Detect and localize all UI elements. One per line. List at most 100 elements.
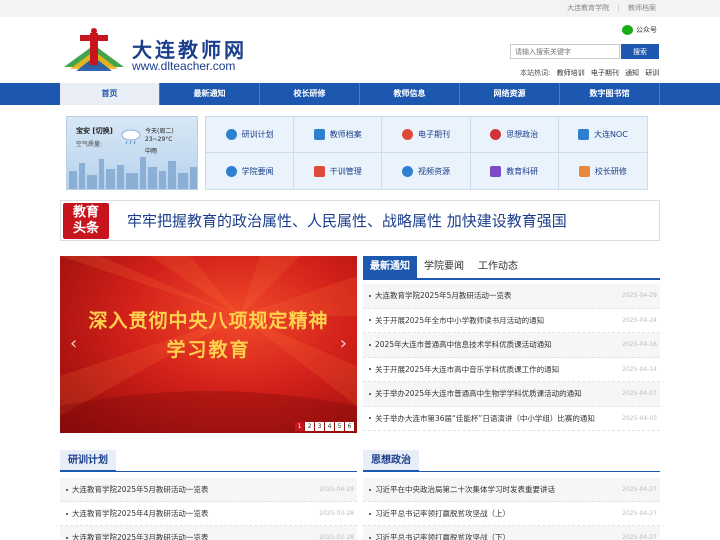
banner-page-dot[interactable]: 4	[325, 422, 334, 431]
bullet-icon	[369, 368, 371, 371]
quick-link-label: 干训管理	[329, 166, 362, 176]
weather-city[interactable]: 宝安 [切换]	[76, 126, 113, 136]
nav-principal-training[interactable]: 校长研修	[260, 83, 360, 105]
wechat-link[interactable]: 公众号	[622, 25, 657, 35]
list-item[interactable]: 2025年大连市普通高中信息技术学科优质课活动通知 2025-04-16	[363, 333, 660, 358]
news-panel: 最新通知 学院要闻 工作动态 大连教育学院2025年5月教研活动一览表 2025-…	[363, 256, 660, 433]
news-date: 2025-04-14	[622, 365, 657, 373]
news-title[interactable]: 关于开展2025年全市中小学教师读书月活动的通知	[375, 315, 616, 326]
bullet-icon	[66, 536, 68, 539]
bullet-icon	[369, 488, 371, 491]
quick-link-dalian-noc[interactable]: 大连NOC	[558, 117, 647, 153]
list-item[interactable]: 关于举办2025年大连市普通高中生物学学科优质课活动的通知 2025-04-07	[363, 382, 660, 407]
banner-page-dot[interactable]: 1	[295, 422, 304, 431]
logo-icon[interactable]	[60, 27, 132, 75]
list-item[interactable]: 大连教育学院2025年5月教研活动一览表 2025-04-29	[60, 478, 357, 502]
item-date: 2025-04-27	[622, 510, 657, 517]
training-plan-list: 大连教育学院2025年5月教研活动一览表 2025-04-29 大连教育学院202…	[60, 478, 357, 540]
hotword-research[interactable]: 研训	[645, 69, 659, 77]
news-title[interactable]: 2025年大连市普通高中信息技术学科优质课活动通知	[375, 339, 616, 350]
nav-home[interactable]: 首页	[60, 83, 160, 105]
quick-link-video-resources[interactable]: 视频资源	[382, 153, 471, 189]
bullet-icon	[369, 417, 371, 420]
target-icon	[225, 129, 237, 140]
banner-pagination: 1 2 3 4 5 6	[294, 422, 354, 431]
banner-carousel[interactable]: 深入贯彻中央八项规定精神 学习教育 ‹ › 1 2 3 4 5 6	[60, 256, 357, 433]
banner-next-button[interactable]: ›	[340, 333, 347, 354]
item-title[interactable]: 习近平在中央政治局第二十次集体学习时发表重要讲话	[375, 484, 616, 495]
ideology-list: 习近平在中央政治局第二十次集体学习时发表重要讲话 2025-04-27 习近平总书…	[363, 478, 660, 540]
list-item[interactable]: 关于开展2025年全市中小学教师读书月活动的通知 2025-04-24	[363, 308, 660, 333]
item-title[interactable]: 习近平总书记率领打赢脱贫攻坚战（上）	[375, 508, 616, 519]
bullet-icon	[369, 319, 371, 322]
quick-link-label: 教师档案	[329, 130, 362, 139]
quick-link-label: 思想政治	[506, 130, 539, 139]
news-title[interactable]: 关于开展2025年大连市高中音乐学科优质课工作的通知	[375, 364, 616, 375]
banner-page-dot[interactable]: 6	[345, 422, 354, 431]
list-item[interactable]: 大连教育学院2025年5月教研活动一览表 2025-04-29	[363, 284, 660, 309]
news-title[interactable]: 关于举办大连市第36届“佳能杯”日语演讲（中小学组）比赛的通知	[375, 413, 616, 424]
main-nav: 首页 最新通知 校长研修 教师信息 网络资源 数字图书馆	[0, 83, 720, 105]
section-title[interactable]: 研训计划	[60, 450, 116, 472]
quick-link-training-plan[interactable]: 研训计划	[206, 117, 295, 153]
banner-page-dot[interactable]: 3	[315, 422, 324, 431]
quick-link-principal-training[interactable]: 校长研修	[559, 153, 647, 189]
news-date: 2025-04-24	[622, 316, 657, 324]
banner-prev-button[interactable]: ‹	[70, 333, 77, 354]
top-link-teacher-archive[interactable]: 教师档案	[628, 4, 656, 12]
ideology-section: 思想政治 习近平在中央政治局第二十次集体学习时发表重要讲话 2025-04-27 …	[363, 450, 660, 540]
top-link-college[interactable]: 大连教育学院	[567, 4, 609, 12]
item-title[interactable]: 大连教育学院2025年3月教研活动一览表	[72, 532, 313, 540]
item-title[interactable]: 大连教育学院2025年4月教研活动一览表	[72, 508, 313, 519]
hotword-teacher-training[interactable]: 教师培训	[557, 69, 585, 77]
list-item[interactable]: 习近平总书记率领打赢脱贫攻坚战（下） 2025-04-27	[363, 526, 660, 540]
hotword-journal[interactable]: 电子期刊	[591, 69, 619, 77]
section-title[interactable]: 思想政治	[363, 450, 419, 472]
list-item[interactable]: 习近平在中央政治局第二十次集体学习时发表重要讲话 2025-04-27	[363, 478, 660, 502]
education-headline[interactable]: 教育 头条 牢牢把握教育的政治属性、人民属性、战略属性 加快建设教育强国	[60, 200, 660, 241]
home-icon	[225, 165, 237, 177]
nav-online-resources[interactable]: 网络资源	[460, 83, 560, 105]
nav-digital-library[interactable]: 数字图书馆	[560, 83, 660, 105]
quick-link-journal[interactable]: 电子期刊	[382, 117, 471, 153]
top-bar: 大连教育学院 | 教师档案	[0, 0, 720, 17]
logo-url: www.dlteacher.com	[132, 59, 236, 73]
banner-page-dot[interactable]: 2	[305, 422, 314, 431]
tab-college-news[interactable]: 学院要闻	[417, 256, 471, 278]
quick-link-cadre-training[interactable]: 干训管理	[294, 153, 383, 189]
list-item[interactable]: 关于开展2025年大连市高中音乐学科优质课工作的通知 2025-04-14	[363, 357, 660, 382]
weather-day: 今天(周二)	[145, 128, 174, 135]
quick-link-teacher-archive[interactable]: 教师档案	[294, 117, 383, 153]
news-date: 2025-04-16	[622, 341, 657, 349]
list-item[interactable]: 大连教育学院2025年4月教研活动一览表 2025-03-28	[60, 502, 357, 526]
list-item[interactable]: 大连教育学院2025年3月教研活动一览表 2025-02-28	[60, 526, 357, 540]
nav-latest-notice[interactable]: 最新通知	[160, 83, 260, 105]
tab-work-updates[interactable]: 工作动态	[471, 256, 525, 278]
news-tabs: 最新通知 学院要闻 工作动态	[363, 256, 660, 280]
medal-icon	[490, 129, 502, 140]
search-input[interactable]	[510, 44, 620, 59]
top-links: 大连教育学院 | 教师档案	[561, 3, 656, 13]
news-title[interactable]: 大连教育学院2025年5月教研活动一览表	[375, 290, 616, 301]
banner-page-dot[interactable]: 5	[335, 422, 344, 431]
news-title[interactable]: 关于举办2025年大连市普通高中生物学学科优质课活动的通知	[375, 388, 616, 399]
hotwords: 本站热词: 教师培训 电子期刊 通知 研训	[520, 68, 659, 78]
item-title[interactable]: 大连教育学院2025年5月教研活动一览表	[72, 484, 313, 495]
quick-link-education-research[interactable]: 教育科研	[471, 153, 559, 189]
cloud-rain-icon	[121, 129, 141, 145]
item-title[interactable]: 习近平总书记率领打赢脱贫攻坚战（下）	[375, 532, 616, 540]
top-link-separator: |	[617, 4, 620, 12]
item-date: 2025-02-28	[319, 534, 354, 540]
tab-latest-notice[interactable]: 最新通知	[363, 256, 417, 278]
headline-badge-line1: 教育	[72, 205, 99, 220]
hotword-notice[interactable]: 通知	[625, 69, 639, 77]
search-button[interactable]: 搜索	[621, 44, 659, 59]
quick-link-college-news[interactable]: 学院要闻	[206, 153, 295, 189]
bullet-icon	[66, 488, 68, 491]
quick-link-label: 视频资源	[417, 166, 450, 176]
nav-teacher-info[interactable]: 教师信息	[360, 83, 460, 105]
list-item[interactable]: 关于举办大连市第36届“佳能杯”日语演讲（中小学组）比赛的通知 2025-04-0…	[363, 406, 660, 431]
list-item[interactable]: 习近平总书记率领打赢脱贫攻坚战（上） 2025-04-27	[363, 502, 660, 526]
quick-link-ideology[interactable]: 思想政治	[470, 117, 559, 153]
headline-text[interactable]: 牢牢把握教育的政治属性、人民属性、战略属性 加快建设教育强国	[127, 210, 567, 231]
